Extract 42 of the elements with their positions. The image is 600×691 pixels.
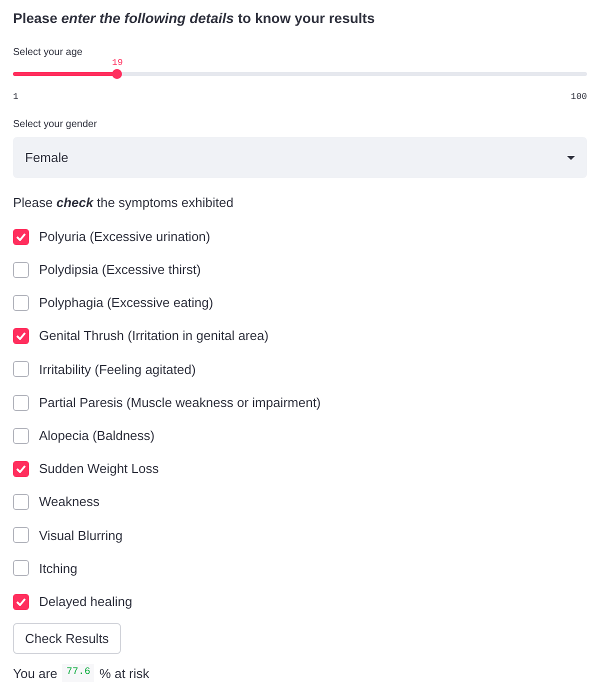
symptoms-prompt: Please check the symptoms exhibited [13,194,234,212]
heading: Please enter the following details to know your results [13,9,376,28]
checkbox-label: Irritability (Feeling agitated) [39,360,196,379]
slider-max: 100 [570,91,587,104]
checkbox-label: Delayed healing [39,592,132,611]
check-results-button[interactable]: Check Results [13,623,121,654]
slider-min: 1 [13,91,18,104]
checkbox-label: Alopecia (Baldness) [39,426,155,445]
check-icon [16,332,26,340]
checkbox[interactable] [13,361,29,378]
checkbox[interactable] [13,428,29,444]
checkbox[interactable] [13,294,29,311]
checkbox-label: Visual Blurring [39,526,123,545]
check-icon [16,232,26,241]
checkbox[interactable] [13,328,29,344]
gender-select[interactable]: Female [13,137,587,178]
checkbox[interactable] [13,560,29,576]
checkbox[interactable] [13,460,29,477]
checkbox-label: Weakness [39,493,100,512]
result-value: 77.6 [62,664,94,682]
checkbox-label: Polyphagia (Excessive eating) [39,294,214,312]
checkbox[interactable] [13,262,29,278]
select-label: Select your gender [13,118,98,132]
checkbox[interactable] [13,394,29,411]
slider-thumb[interactable] [112,69,122,79]
checkbox[interactable] [13,594,29,610]
check-icon [16,598,26,606]
checkbox-label: Polydipsia (Excessive thirst) [39,261,201,280]
checkbox[interactable] [13,228,29,245]
checkbox-label: Itching [39,560,78,578]
checkbox-label: Polyuria (Excessive urination) [39,228,210,246]
slider-value: 19 [112,58,123,68]
result-label: You are [13,664,58,682]
check-icon [16,464,26,473]
result-suffix: % at risk [99,664,150,682]
checkbox-label: Partial Paresis (Muscle weakness or impairment) [39,394,321,412]
checkbox[interactable] [13,527,29,544]
checkbox-label: Genital Thrush (Irritation in genital area) [39,327,269,346]
slider-label: Select your age [13,46,84,60]
checkbox[interactable] [13,494,29,510]
caret-icon [567,156,575,160]
checkbox-label: Sudden Weight Loss [39,460,159,478]
